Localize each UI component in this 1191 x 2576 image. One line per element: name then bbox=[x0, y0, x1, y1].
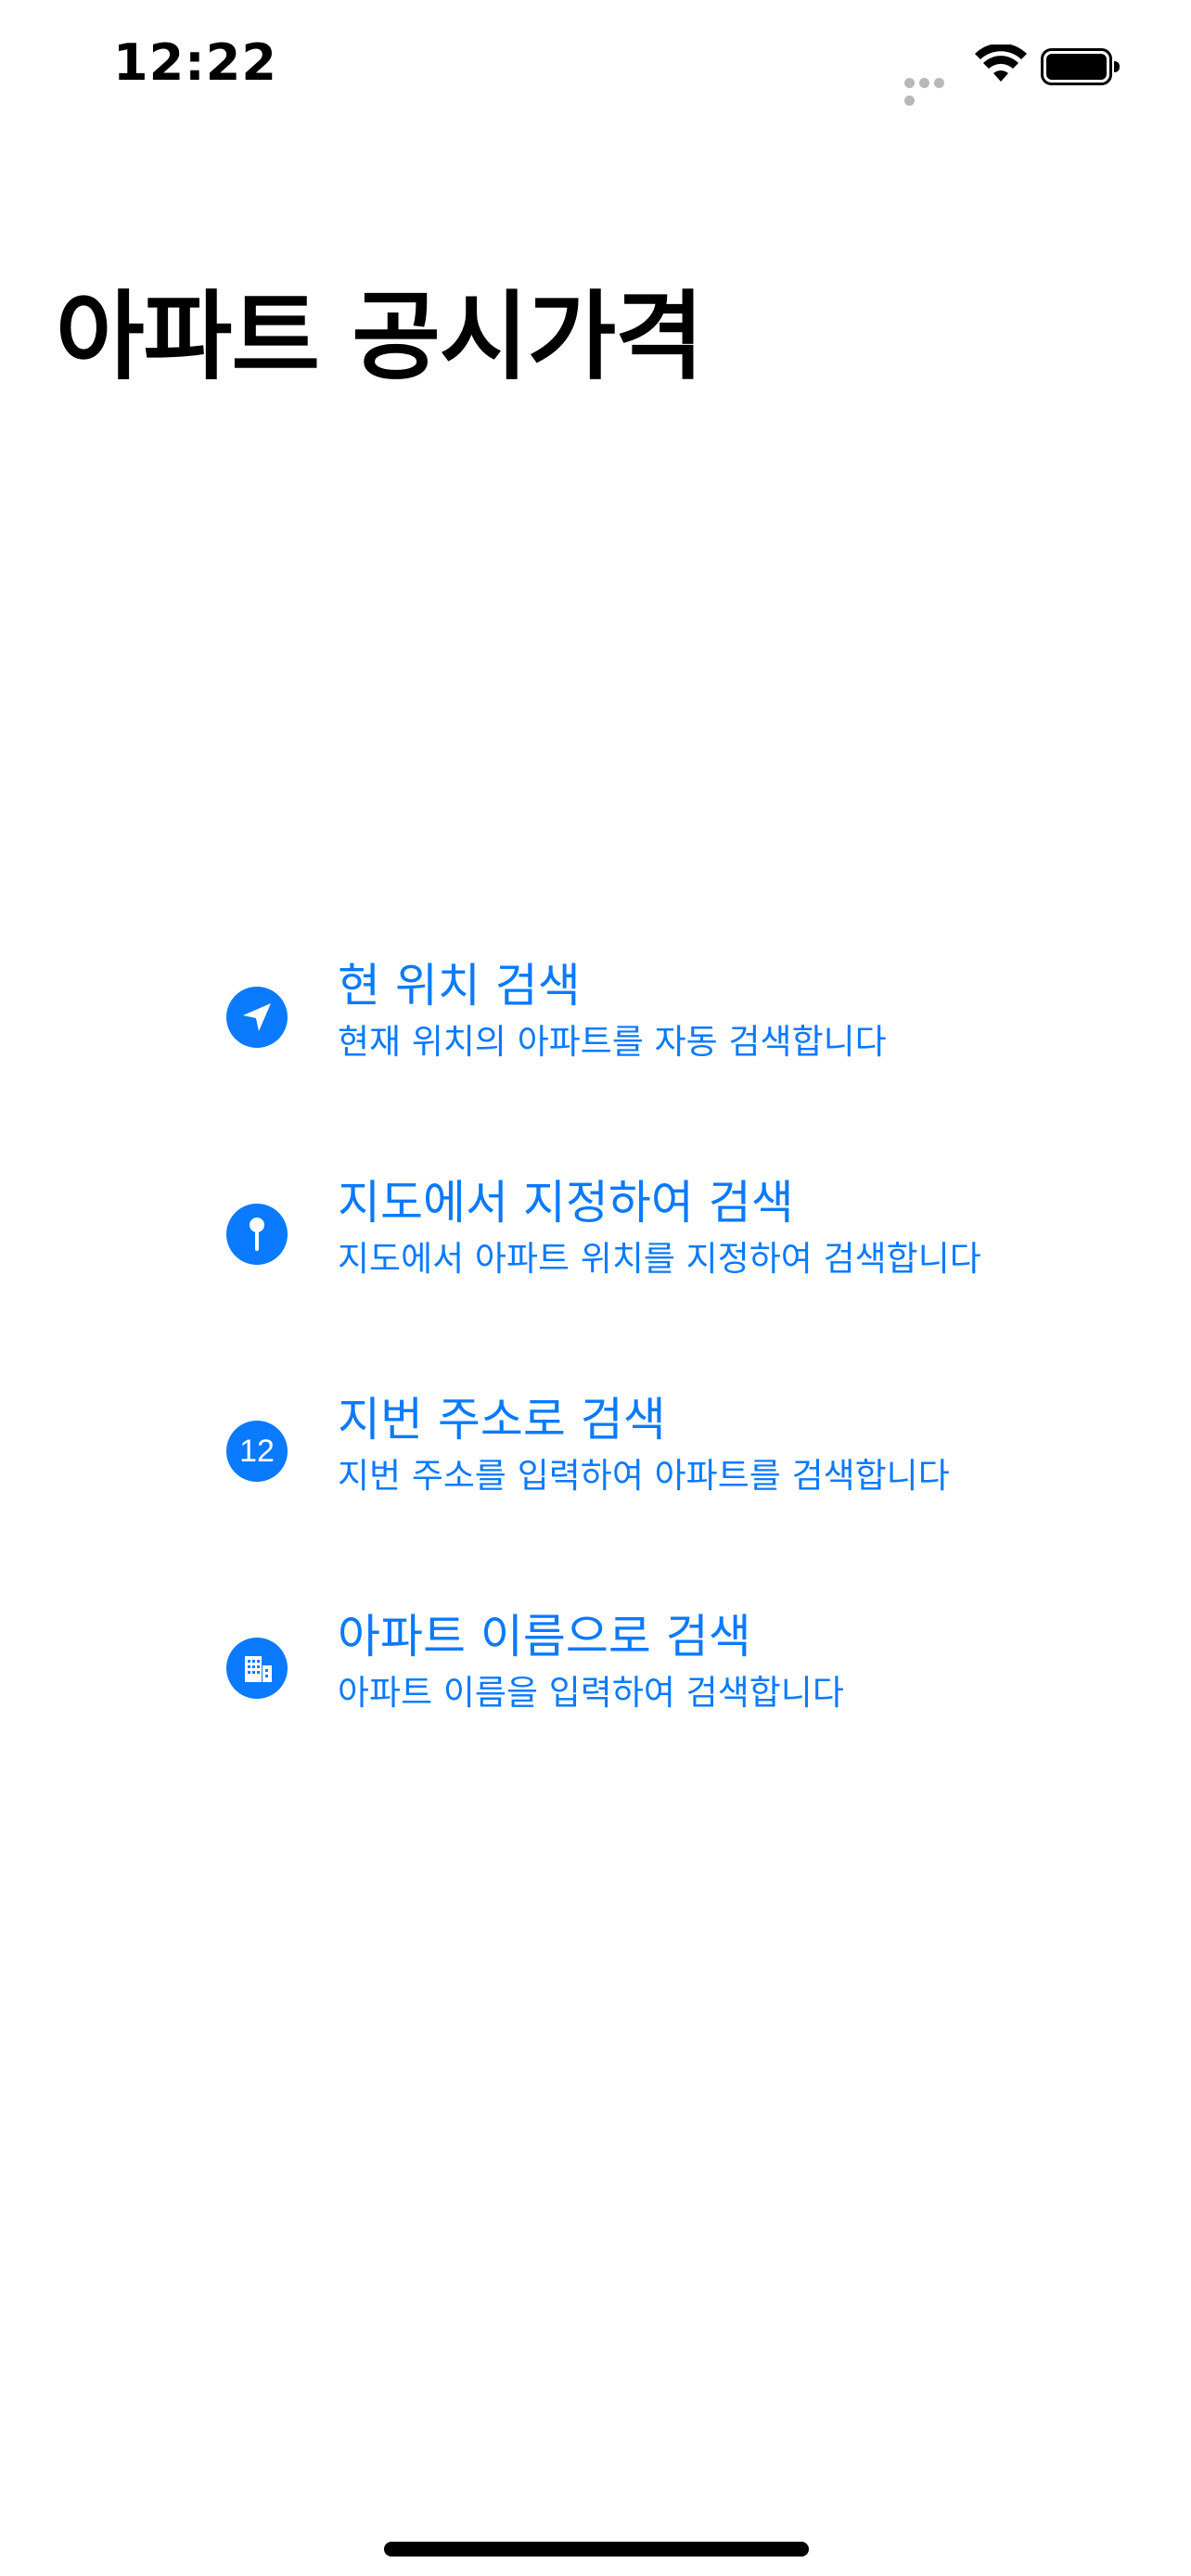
number-12-icon: 12 bbox=[226, 1421, 288, 1482]
menu-item-text: 현 위치 검색 현재 위치의 아파트를 자동 검색합니다 bbox=[338, 955, 887, 1068]
menu-item-subtitle: 현재 위치의 아파트를 자동 검색합니다 bbox=[338, 1022, 887, 1062]
building-icon bbox=[226, 1638, 288, 1699]
location-arrow-icon bbox=[226, 987, 288, 1048]
battery-icon bbox=[1041, 48, 1120, 85]
menu-item-text: 지번 주소로 검색 지번 주소를 입력하여 아파트를 검색합니다 bbox=[338, 1389, 950, 1502]
map-pin-icon bbox=[226, 1204, 288, 1265]
menu-item-subtitle: 아파트 이름을 입력하여 검색합니다 bbox=[338, 1673, 844, 1713]
menu-item-title: 지도에서 지정하여 검색 bbox=[338, 1176, 794, 1230]
search-menu: 현 위치 검색 현재 위치의 아파트를 자동 검색합니다 지도에서 지정하여 검… bbox=[223, 955, 1057, 1823]
menu-item-subtitle: 지도에서 아파트 위치를 지정하여 검색합니다 bbox=[338, 1239, 981, 1279]
menu-item-current-location[interactable]: 현 위치 검색 현재 위치의 아파트를 자동 검색합니다 bbox=[223, 955, 1057, 1172]
menu-item-address-search[interactable]: 12 지번 주소로 검색 지번 주소를 입력하여 아파트를 검색합니다 bbox=[223, 1389, 1057, 1606]
menu-item-subtitle: 지번 주소를 입력하여 아파트를 검색합니다 bbox=[338, 1456, 950, 1496]
menu-item-title: 현 위치 검색 bbox=[338, 959, 581, 1013]
app-screen: 12:22 아파트 공시가격 현 위치 검색 현재 위치의 아파트를 자동 검색… bbox=[0, 0, 1191, 2576]
menu-item-text: 지도에서 지정하여 검색 지도에서 아파트 위치를 지정하여 검색합니다 bbox=[338, 1172, 981, 1285]
status-time: 12:22 bbox=[113, 33, 277, 92]
icon-number-text: 12 bbox=[239, 1433, 275, 1469]
cellular-signal-icon bbox=[904, 74, 962, 106]
home-indicator[interactable] bbox=[384, 2542, 809, 2557]
menu-item-name-search[interactable]: 아파트 이름으로 검색 아파트 이름을 입력하여 검색합니다 bbox=[223, 1606, 1057, 1823]
page-title: 아파트 공시가격 bbox=[56, 280, 704, 393]
menu-item-title: 아파트 이름으로 검색 bbox=[338, 1610, 751, 1664]
menu-item-map-search[interactable]: 지도에서 지정하여 검색 지도에서 아파트 위치를 지정하여 검색합니다 bbox=[223, 1172, 1057, 1389]
menu-item-text: 아파트 이름으로 검색 아파트 이름을 입력하여 검색합니다 bbox=[338, 1606, 844, 1719]
menu-item-title: 지번 주소로 검색 bbox=[338, 1393, 666, 1447]
status-bar: 12:22 bbox=[0, 0, 1191, 139]
wifi-icon bbox=[975, 45, 1027, 82]
